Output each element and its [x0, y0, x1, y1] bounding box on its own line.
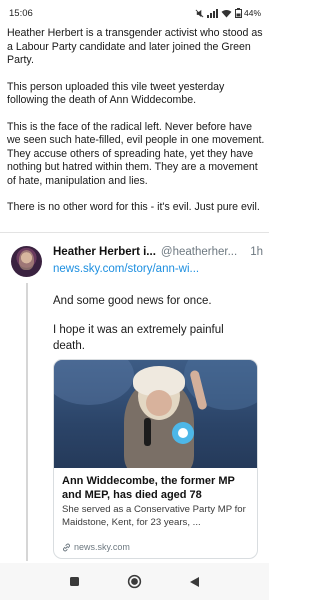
recents-icon — [70, 577, 80, 586]
post-paragraph: This is the face of the radical left. Ne… — [7, 120, 265, 187]
thread-line — [25, 283, 28, 561]
status-icons: 44% — [195, 8, 261, 18]
back-button[interactable] — [182, 570, 206, 594]
post-paragraph: Heather Herbert is a transgender activis… — [7, 27, 263, 66]
card-domain-text: news.sky.com — [74, 542, 130, 552]
battery-indicator: 44% — [234, 8, 261, 18]
tweet-body: And some good news for once. I hope it w… — [53, 293, 258, 367]
battery-percent: 44% — [243, 8, 261, 18]
post-paragraph: This person uploaded this vile tweet yes… — [7, 80, 225, 107]
link-preview-card[interactable]: Ann Widdecombe, the former MP and MEP, h… — [53, 359, 258, 559]
status-time: 15:06 — [9, 7, 33, 19]
card-description: She served as a Conservative Party MP fo… — [62, 504, 246, 528]
tweet-timestamp: 1h — [250, 246, 263, 258]
card-title: Ann Widdecombe, the former MP and MEP, h… — [62, 475, 235, 501]
embedded-tweet[interactable]: Heather Herbert i... @heatherher... 1h n… — [0, 232, 269, 562]
card-image — [54, 360, 257, 468]
navigation-bar — [0, 563, 269, 600]
recents-button[interactable] — [63, 570, 87, 594]
tweet-text: I hope it was an extremely painful death… — [53, 324, 224, 352]
wifi-icon — [221, 9, 232, 18]
signal-icon — [206, 8, 218, 18]
home-icon — [127, 574, 142, 589]
tweet-header: Heather Herbert i... @heatherher... 1h — [53, 246, 263, 258]
status-bar: 15:06 44% — [0, 0, 269, 26]
tweet-author-handle[interactable]: @heatherher... — [161, 246, 237, 258]
tweet-link[interactable]: news.sky.com/story/ann-wi... — [53, 263, 199, 275]
tweet-text: And some good news for once. — [53, 295, 212, 307]
post-paragraph: There is no other word for this - it's e… — [7, 201, 260, 213]
avatar[interactable] — [11, 246, 42, 277]
link-icon — [63, 543, 70, 551]
tweet-author-name[interactable]: Heather Herbert i... — [53, 246, 156, 258]
post-body: Heather Herbert is a transgender activis… — [7, 27, 265, 228]
mute-icon — [195, 9, 204, 18]
card-domain: news.sky.com — [62, 542, 130, 552]
battery-icon — [234, 8, 242, 18]
home-button[interactable] — [122, 570, 146, 594]
back-icon — [189, 576, 199, 587]
